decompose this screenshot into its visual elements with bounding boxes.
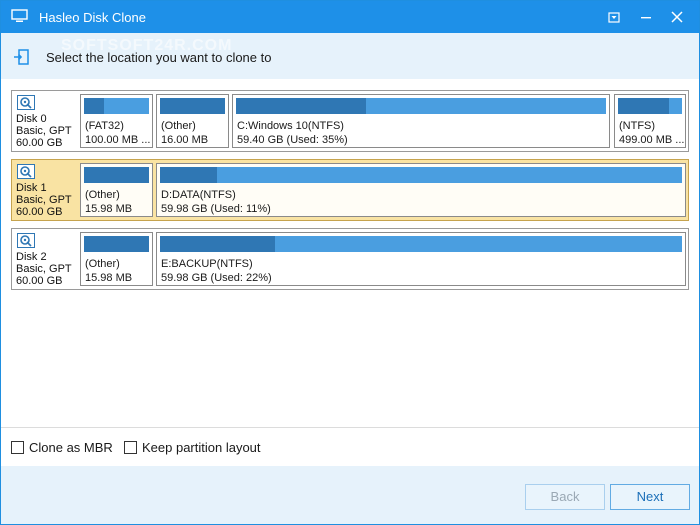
usage-bar <box>236 98 606 114</box>
usage-bar <box>84 98 149 114</box>
usage-fill <box>160 98 225 114</box>
partition-label: (NTFS) <box>619 120 656 132</box>
next-button[interactable]: Next <box>610 484 690 510</box>
partition-detail: 100.00 MB ... <box>85 134 151 146</box>
usage-fill <box>84 236 149 252</box>
partition-block[interactable]: (Other) 15.98 MB <box>80 232 153 286</box>
partition-label: (Other) <box>85 189 120 201</box>
disk-icon <box>17 164 35 179</box>
partition-block[interactable]: (FAT32) 100.00 MB ... <box>80 94 153 148</box>
checkbox-box[interactable] <box>11 441 24 454</box>
partition-block[interactable]: E:BACKUP(NTFS) 59.98 GB (Used: 22%) <box>156 232 686 286</box>
back-button[interactable]: Back <box>525 484 605 510</box>
app-window: Hasleo Disk Clone Select the location yo… <box>0 0 700 525</box>
disk-type: Basic, GPT <box>16 125 72 137</box>
usage-fill <box>618 98 670 114</box>
partition-detail: 15.98 MB <box>85 272 133 284</box>
partition-detail: 15.98 MB <box>85 203 133 215</box>
close-icon[interactable] <box>667 7 687 27</box>
partition-label: (FAT32) <box>85 120 124 132</box>
usage-bar <box>84 167 149 183</box>
usage-fill <box>84 98 104 114</box>
checkbox-box[interactable] <box>124 441 137 454</box>
monitor-icon <box>11 9 28 23</box>
usage-fill <box>160 236 275 252</box>
partition-block[interactable]: (Other) 15.98 MB <box>80 163 153 217</box>
menu-dropdown-icon[interactable] <box>604 7 624 27</box>
partition-block[interactable]: (NTFS) 499.00 MB ... <box>614 94 686 148</box>
minimize-icon[interactable] <box>636 7 656 27</box>
disk-size: 60.00 GB <box>16 137 63 149</box>
usage-fill <box>84 167 149 183</box>
disk-name: Disk 1 <box>16 182 47 194</box>
disk-size: 60.00 GB <box>16 275 63 287</box>
partition-detail: 59.98 GB (Used: 22%) <box>161 272 272 284</box>
usage-bar <box>160 167 682 183</box>
partition-detail: 16.00 MB <box>161 134 209 146</box>
partition-label: (Other) <box>85 258 120 270</box>
disk-icon <box>17 95 35 110</box>
disk-name: Disk 2 <box>16 251 47 263</box>
usage-fill <box>236 98 366 114</box>
usage-bar <box>160 236 682 252</box>
checkbox-label: Keep partition layout <box>142 440 261 455</box>
disk-row-1[interactable]: Disk 1 Basic, GPT 60.00 GB (Other) 15.98… <box>11 159 689 221</box>
partition-detail: 59.98 GB (Used: 11%) <box>161 203 271 215</box>
disk-name: Disk 0 <box>16 113 47 125</box>
partition-label: E:BACKUP(NTFS) <box>161 258 253 270</box>
partition-detail: 499.00 MB ... <box>619 134 685 146</box>
disk-type: Basic, GPT <box>16 263 72 275</box>
usage-fill <box>160 167 218 183</box>
disk-size: 60.00 GB <box>16 206 63 218</box>
disk-list: Disk 0 Basic, GPT 60.00 GB (FAT32) 100.0… <box>1 79 699 427</box>
partition-detail: 59.40 GB (Used: 35%) <box>237 134 348 146</box>
usage-bar <box>160 98 225 114</box>
title-bar: Hasleo Disk Clone <box>1 1 699 33</box>
partition-label: D:DATA(NTFS) <box>161 189 236 201</box>
clone-target-icon <box>13 49 29 65</box>
disk-icon <box>17 233 35 248</box>
disk-info: Disk 0 Basic, GPT 60.00 GB <box>14 93 78 149</box>
usage-bar <box>618 98 682 114</box>
disk-info: Disk 1 Basic, GPT 60.00 GB <box>14 162 78 218</box>
footer-bar: Back Next <box>1 466 699 524</box>
divider <box>1 427 699 428</box>
partition-block[interactable]: C:Windows 10(NTFS) 59.40 GB (Used: 35%) <box>232 94 610 148</box>
watermark-text: SOFTSOFT24R.COM <box>61 37 233 54</box>
disk-row-0[interactable]: Disk 0 Basic, GPT 60.00 GB (FAT32) 100.0… <box>11 90 689 152</box>
checkbox-label: Clone as MBR <box>29 440 113 455</box>
partition-block[interactable]: (Other) 16.00 MB <box>156 94 229 148</box>
partition-label: (Other) <box>161 120 196 132</box>
disk-info: Disk 2 Basic, GPT 60.00 GB <box>14 231 78 287</box>
disk-row-2[interactable]: Disk 2 Basic, GPT 60.00 GB (Other) 15.98… <box>11 228 689 290</box>
partition-block[interactable]: D:DATA(NTFS) 59.98 GB (Used: 11%) <box>156 163 686 217</box>
disk-type: Basic, GPT <box>16 194 72 206</box>
usage-bar <box>84 236 149 252</box>
window-title: Hasleo Disk Clone <box>39 10 146 25</box>
partition-label: C:Windows 10(NTFS) <box>237 120 344 132</box>
